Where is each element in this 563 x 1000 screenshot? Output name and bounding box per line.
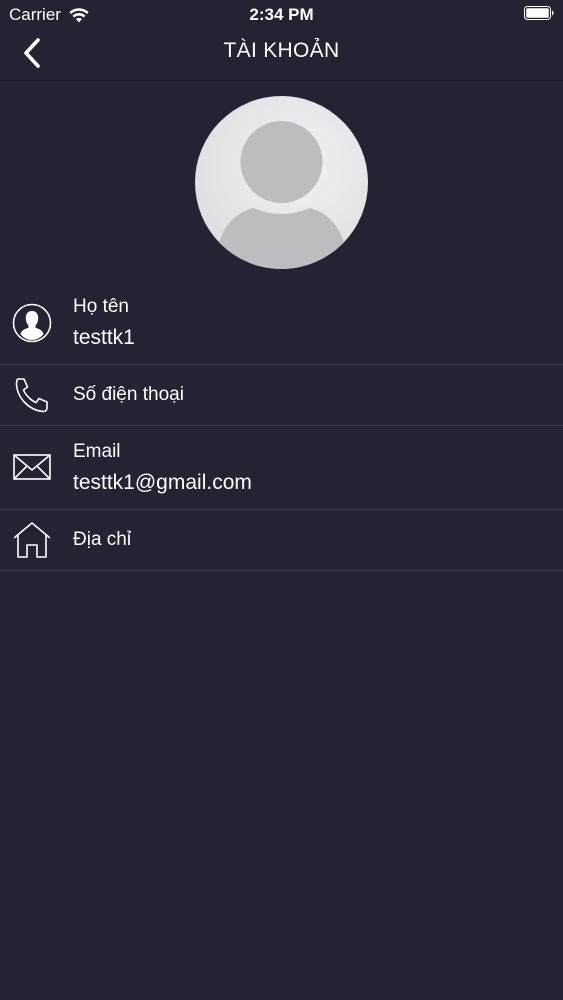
profile-list: Họ tên testtk1 Số điện thoại Email testt…: [0, 284, 563, 571]
home-icon: [13, 522, 51, 558]
page-title: TÀI KHOẢN: [223, 39, 340, 62]
user-placeholder-icon: [215, 121, 348, 269]
address-label: Địa chỉ: [73, 529, 132, 550]
account-screen: Carrier 2:34 PM TÀI KHOẢN Họ tên testtk1…: [0, 0, 563, 1000]
battery-icon: [524, 6, 554, 20]
avatar[interactable]: [195, 96, 368, 269]
email-value: testtk1@gmail.com: [73, 471, 252, 494]
phone-label: Số điện thoại: [73, 384, 184, 405]
status-time: 2:34 PM: [249, 5, 314, 24]
mail-icon: [13, 454, 51, 480]
email-label: Email: [73, 441, 121, 462]
profile-row-phone[interactable]: Số điện thoại: [0, 365, 563, 426]
name-label: Họ tên: [73, 296, 129, 317]
person-icon: [12, 303, 52, 343]
phone-icon: [15, 378, 48, 413]
status-bar: Carrier 2:34 PM: [0, 0, 563, 30]
profile-row-email[interactable]: Email testtk1@gmail.com: [0, 426, 563, 510]
profile-row-address[interactable]: Địa chỉ: [0, 510, 563, 571]
profile-row-name[interactable]: Họ tên testtk1: [0, 284, 563, 365]
name-value: testtk1: [73, 326, 135, 349]
nav-bar: TÀI KHOẢN: [0, 30, 563, 81]
